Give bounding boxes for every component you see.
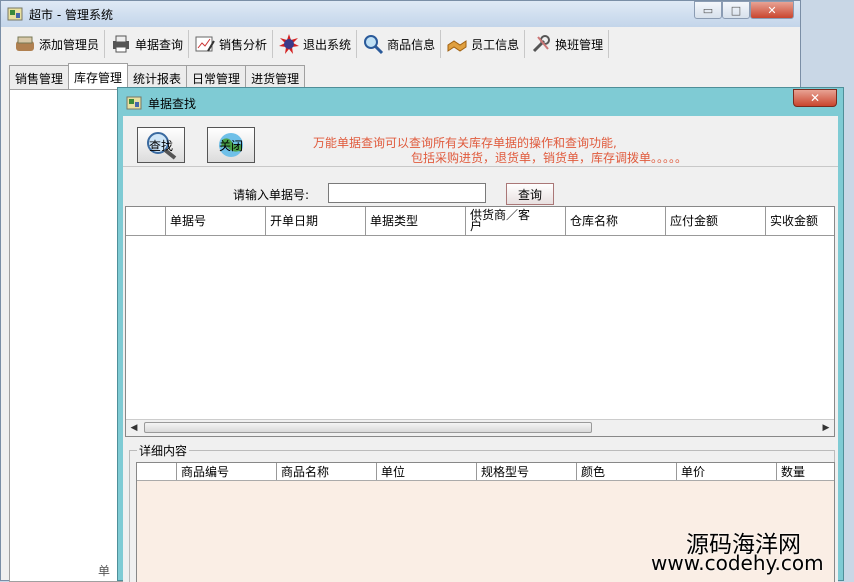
tab-sales[interactable]: 销售管理	[9, 65, 70, 90]
scroll-right-icon[interactable]: ▶	[818, 420, 834, 436]
toolbar-bill-query[interactable]: 单据查询	[105, 30, 190, 58]
toolbar-label: 添加管理员	[39, 37, 100, 52]
tab-inventory[interactable]: 库存管理	[68, 63, 129, 90]
grid-column-header[interactable]: 供货商／客户	[466, 207, 566, 235]
dialog-body: 查找 关闭 万能单据查询可以查询所有关库存单据的操作和查询功能, 包括采购进货，…	[123, 116, 838, 582]
close-button[interactable]: ✕	[750, 1, 794, 19]
bill-number-input[interactable]	[328, 183, 486, 203]
toolbar-label: 商品信息	[387, 37, 436, 52]
minimize-button[interactable]: ▭	[694, 1, 722, 19]
maximize-icon: □	[730, 3, 742, 17]
grid-column-header[interactable]: 应付金额	[666, 207, 766, 235]
close-dialog-button-label: 关闭	[218, 138, 243, 153]
grid-column-header[interactable]: 单据号	[166, 207, 266, 235]
scroll-thumb[interactable]	[144, 422, 592, 433]
grid-column-header[interactable]: 开单日期	[266, 207, 366, 235]
close-dialog-button[interactable]: 关闭	[207, 127, 255, 163]
top-panel: 查找 关闭 万能单据查询可以查询所有关库存单据的操作和查询功能, 包括采购进货，…	[123, 120, 838, 167]
query-button-label: 查询	[517, 187, 542, 202]
detail-column-header[interactable]: 商品名称	[277, 463, 377, 480]
new-badge-icon	[279, 34, 300, 54]
toolbar-sales-analysis[interactable]: 销售分析	[189, 30, 274, 58]
detail-column-header[interactable]: 颜色	[577, 463, 677, 480]
query-button[interactable]: 查询	[506, 183, 554, 205]
find-button-label: 查找	[148, 138, 173, 153]
horizontal-scrollbar[interactable]: ◀ ▶	[126, 419, 834, 436]
toolbar-exit[interactable]: 退出系统	[273, 30, 358, 58]
partial-label: 单	[98, 564, 111, 578]
close-icon: ✕	[809, 91, 821, 105]
bill-search-dialog: 单据查找 ✕ 查找 关闭 万能单据查询可以查询所有关库存单据的操作和查询功能, …	[117, 87, 844, 582]
detail-column-header[interactable]: 数量	[777, 463, 834, 480]
window-controls: ▭ □ ✕	[694, 1, 794, 20]
dialog-close-button[interactable]: ✕	[793, 89, 837, 107]
tab-label: 库存管理	[74, 70, 123, 85]
detail-column-header[interactable]: 商品编号	[177, 463, 277, 480]
admin-icon	[16, 36, 34, 51]
window-title: 超市 - 管理系统	[29, 8, 113, 22]
minimize-icon: ▭	[702, 3, 714, 17]
tools-icon	[533, 35, 551, 53]
close-icon: ✕	[767, 3, 777, 17]
maximize-button[interactable]: □	[722, 1, 750, 19]
tab-label: 进货管理	[251, 71, 300, 86]
main-tabs: 销售管理 库存管理 统计报表 日常管理 进货管理	[9, 63, 306, 90]
grid-column-header[interactable]: 单据类型	[366, 207, 466, 235]
toolbar-label: 单据查询	[135, 37, 184, 52]
bill-grid[interactable]: 单据号 开单日期 单据类型 供货商／客户 仓库名称 应付金额 实收金额 ◀ ▶	[125, 206, 835, 437]
scroll-left-icon[interactable]: ◀	[126, 420, 142, 436]
detail-column-header[interactable]: 单价	[677, 463, 777, 480]
detail-legend: 详细内容	[137, 442, 190, 459]
info-text-line2: 包括采购进货，退货单，销货单，库存调拨单。。。。。	[411, 151, 688, 165]
toolbar-shift-management[interactable]: 换班管理	[525, 30, 610, 58]
grid-column-header[interactable]	[126, 207, 166, 235]
watermark-url: www.codehy.com	[651, 551, 824, 575]
search-label: 请输入单据号:	[233, 188, 310, 202]
handshake-icon	[447, 40, 467, 52]
tab-label: 销售管理	[15, 71, 64, 86]
toolbar: 添加管理员 单据查询 销售分析 退出系统 商品信息 员工信息 换班管理	[1, 27, 800, 61]
find-button[interactable]: 查找	[137, 127, 185, 163]
grid-column-header[interactable]: 实收金额	[766, 207, 834, 235]
toolbar-add-admin[interactable]: 添加管理员	[9, 30, 106, 58]
detail-column-header[interactable]: 规格型号	[477, 463, 577, 480]
bill-grid-header: 单据号 开单日期 单据类型 供货商／客户 仓库名称 应付金额 实收金额	[126, 207, 834, 236]
main-title-bar[interactable]: 超市 - 管理系统 ▭ □ ✕	[1, 1, 800, 27]
chart-pen-icon	[195, 36, 215, 52]
detail-column-header[interactable]: 单位	[377, 463, 477, 480]
printer-icon	[113, 35, 130, 53]
toolbar-product-info[interactable]: 商品信息	[357, 30, 442, 58]
dialog-title: 单据查找	[148, 97, 197, 111]
tab-label: 统计报表	[133, 71, 182, 86]
tab-label: 日常管理	[192, 71, 241, 86]
grid-column-header[interactable]: 仓库名称	[566, 207, 666, 235]
toolbar-label: 退出系统	[303, 37, 352, 52]
detail-grid-header: 商品编号 商品名称 单位 规格型号 颜色 单价 数量	[137, 463, 834, 481]
toolbar-label: 销售分析	[219, 37, 268, 52]
toolbar-staff-info[interactable]: 员工信息	[441, 30, 526, 58]
app-icon	[126, 96, 142, 110]
magnifier-icon	[364, 35, 384, 55]
detail-column-header[interactable]	[137, 463, 177, 480]
toolbar-label: 员工信息	[471, 37, 520, 52]
app-icon	[7, 7, 23, 21]
toolbar-label: 换班管理	[555, 37, 604, 52]
dialog-title-bar[interactable]: 单据查找 ✕	[118, 88, 843, 116]
